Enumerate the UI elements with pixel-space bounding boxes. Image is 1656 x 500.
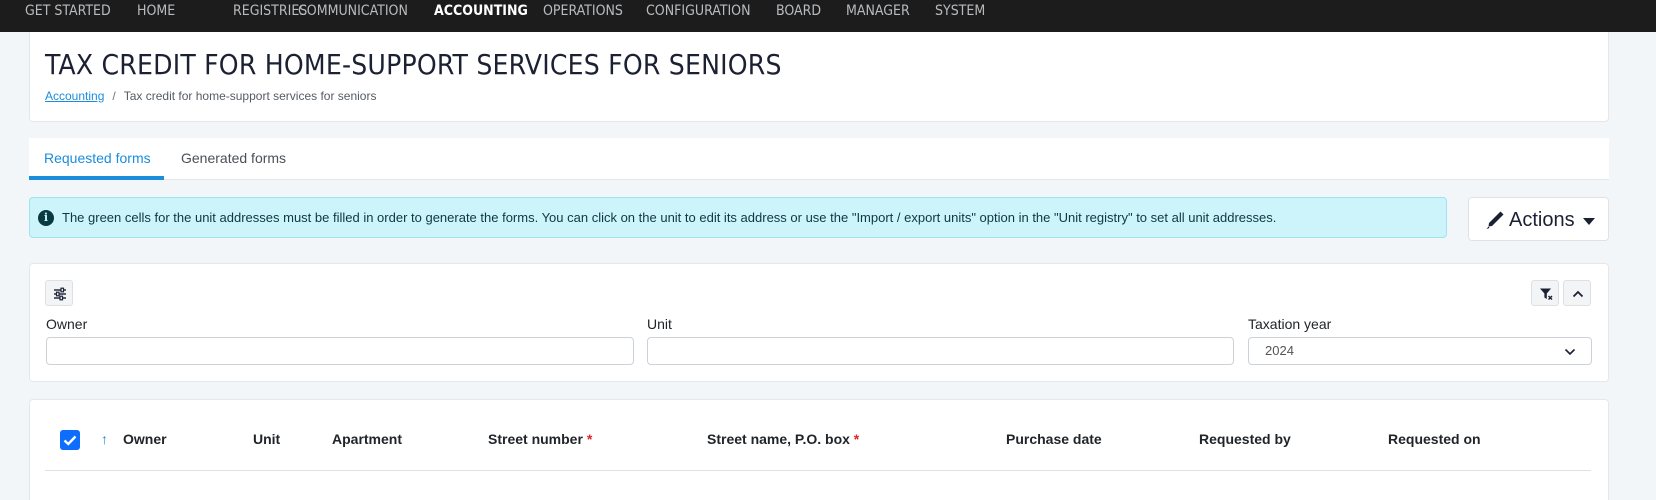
column-header-requested-on[interactable]: Requested on: [1388, 431, 1481, 447]
nav-item-system[interactable]: SYSTEM: [935, 3, 985, 19]
caret-down-icon: [1583, 218, 1595, 225]
nav-item-operations[interactable]: OPERATIONS: [543, 3, 623, 19]
taxation-year-label: Taxation year: [1248, 316, 1332, 332]
actions-button[interactable]: Actions: [1468, 197, 1609, 241]
nav-item-communication[interactable]: COMMUNICATION: [298, 3, 408, 19]
filter-settings-button[interactable]: [45, 280, 73, 306]
required-marker: *: [586, 431, 593, 447]
nav-item-configuration[interactable]: CONFIGURATION: [646, 3, 751, 19]
tab-requested-forms[interactable]: Requested forms: [44, 150, 151, 166]
nav-item-get-started[interactable]: GET STARTED: [25, 3, 111, 19]
filter-clear-icon: [1540, 288, 1553, 300]
breadcrumb-link-accounting[interactable]: Accounting: [45, 89, 104, 103]
checkmark-icon: [63, 435, 77, 446]
collapse-filters-button[interactable]: [1563, 280, 1591, 306]
column-header-requested-by[interactable]: Requested by: [1199, 431, 1291, 447]
nav-item-home[interactable]: HOME: [137, 3, 175, 19]
unit-filter-label: Unit: [647, 316, 672, 332]
pencil-icon: [1485, 210, 1505, 236]
owner-filter-label: Owner: [46, 316, 88, 332]
tab-bar: Requested forms Generated forms: [29, 138, 1609, 180]
table-header-divider: [45, 470, 1591, 471]
column-header-apartment[interactable]: Apartment: [332, 431, 402, 447]
clear-filters-button[interactable]: [1531, 280, 1559, 306]
nav-item-manager[interactable]: MANAGER: [846, 3, 910, 19]
breadcrumb: Accounting / Tax credit for home-support s…: [45, 89, 376, 103]
sliders-icon: [54, 287, 66, 301]
column-header-street-number[interactable]: Street number *: [488, 431, 592, 447]
actions-label: Actions: [1509, 209, 1575, 231]
breadcrumb-separator: /: [112, 89, 116, 103]
active-tab-indicator: [29, 176, 164, 180]
column-header-purchase-date[interactable]: Purchase date: [1006, 431, 1102, 447]
nav-item-board[interactable]: BOARD: [776, 3, 821, 19]
nav-item-accounting[interactable]: ACCOUNTING: [434, 3, 528, 19]
table-card: [29, 399, 1609, 500]
owner-filter-input[interactable]: [46, 337, 634, 365]
chevron-up-icon: [1572, 290, 1584, 298]
taxation-year-value: 2024: [1265, 343, 1294, 358]
tab-generated-forms[interactable]: Generated forms: [181, 150, 286, 166]
info-alert: i The green cells for the unit addresses…: [29, 197, 1447, 238]
nav-item-registries[interactable]: REGISTRIES: [233, 3, 307, 19]
alert-message: The green cells for the unit addresses m…: [62, 210, 1277, 225]
sort-ascending-icon[interactable]: ↑: [101, 431, 108, 447]
top-navigation: GET STARTED HOME REGISTRIES COMMUNICATIO…: [0, 0, 1656, 32]
column-header-street-name[interactable]: Street name, P.O. box *: [707, 431, 859, 447]
column-header-owner[interactable]: Owner: [123, 431, 167, 447]
street-name-label: Street name, P.O. box: [707, 431, 850, 447]
taxation-year-select[interactable]: 2024: [1248, 337, 1592, 365]
column-header-unit[interactable]: Unit: [253, 431, 280, 447]
page-title: TAX CREDIT FOR HOME-SUPPORT SERVICES FOR…: [45, 48, 782, 81]
street-number-label: Street number: [488, 431, 583, 447]
required-marker: *: [853, 431, 860, 447]
unit-filter-input[interactable]: [647, 337, 1234, 365]
select-all-checkbox[interactable]: [60, 430, 80, 450]
breadcrumb-current: Tax credit for home-support services for…: [123, 89, 377, 103]
info-icon: i: [38, 210, 54, 226]
chevron-down-icon: [1564, 348, 1576, 356]
